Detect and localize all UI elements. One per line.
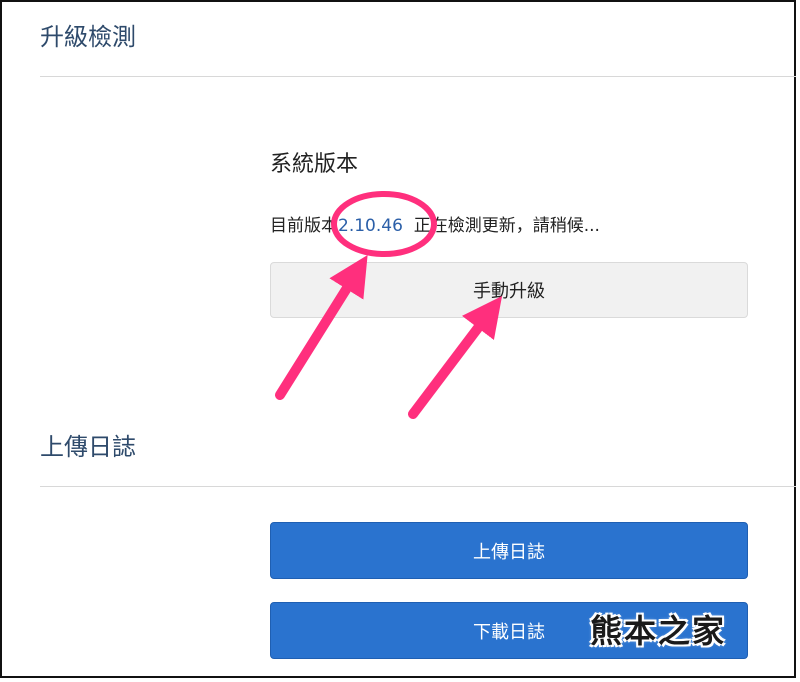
upgrade-section-divider (40, 76, 796, 77)
version-prefix: 目前版本 (270, 216, 338, 236)
log-section-title: 上傳日誌 (40, 433, 136, 461)
watermark-logo: 熊本之家 (590, 612, 727, 650)
version-line: 目前版本2.10.46 正在檢測更新，請稍候... (270, 211, 600, 236)
version-status: 正在檢測更新，請稍候... (413, 216, 600, 236)
version-number: 2.10.46 (338, 216, 403, 236)
upload-log-button[interactable]: 上傳日誌 (270, 522, 748, 579)
system-version-label: 系統版本 (270, 152, 359, 177)
manual-upgrade-button[interactable]: 手動升級 (270, 262, 748, 318)
upgrade-section-title: 升級檢測 (40, 23, 136, 51)
log-section-divider (40, 486, 796, 487)
